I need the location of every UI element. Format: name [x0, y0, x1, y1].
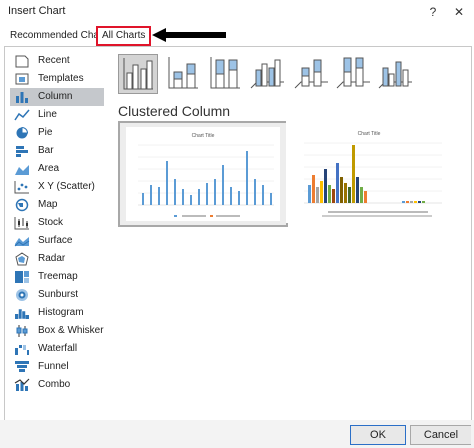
window-title: Insert Chart [8, 5, 66, 17]
sidebar-item-stock[interactable]: Stock [10, 214, 104, 232]
scatter-chart-icon [14, 181, 29, 194]
sidebar-item-line[interactable]: Line [10, 106, 104, 124]
sidebar-item-combo[interactable]: Combo [10, 376, 104, 394]
subtype-3d-100-stacked-column[interactable] [334, 54, 372, 92]
bar-chart-icon [16, 146, 28, 157]
templates-icon [15, 73, 29, 85]
waterfall-chart-icon [15, 345, 29, 355]
subtype-3d-stacked-column[interactable] [292, 54, 330, 92]
sidebar-item-waterfall[interactable]: Waterfall [10, 340, 104, 358]
map-chart-icon [15, 198, 29, 212]
sidebar-item-box-whisker[interactable]: Box & Whisker [10, 322, 104, 340]
sidebar-item-label: Radar [38, 253, 66, 264]
treemap-chart-icon [15, 271, 29, 283]
sidebar-item-label: Combo [38, 379, 71, 390]
chart-subtype-heading: Clustered Column [118, 103, 231, 119]
sidebar-item-templates[interactable]: Templates [10, 70, 104, 88]
annotation-arrow [152, 28, 226, 42]
sidebar-item-funnel[interactable]: Funnel [10, 358, 104, 376]
sidebar-item-sunburst[interactable]: Sunburst [10, 286, 104, 304]
chart-preview-2[interactable]: Chart Title [286, 121, 452, 223]
sidebar-item-label: Column [38, 91, 73, 102]
3d-stacked-column-icon [294, 59, 328, 89]
sidebar-item-scatter[interactable]: X Y (Scatter) [10, 178, 104, 196]
subtype-3d-clustered-column[interactable] [248, 54, 286, 92]
help-button[interactable]: ? [424, 3, 442, 21]
tab-bar: Recommended Charts All Charts [0, 26, 474, 46]
sidebar-item-label: Line [38, 109, 57, 120]
pie-chart-icon [16, 126, 29, 139]
sidebar-item-label: X Y (Scatter) [38, 181, 95, 192]
histogram-chart-icon [15, 308, 29, 320]
surface-chart-icon [14, 237, 30, 247]
column-chart-icon [16, 92, 28, 103]
sidebar-item-label: Templates [38, 73, 84, 84]
sidebar-item-area[interactable]: Area [10, 160, 104, 178]
funnel-chart-icon [15, 361, 29, 372]
combo-chart-icon [14, 378, 30, 391]
3d-percent-stacked-column-icon [336, 57, 370, 89]
preview-1-chart: Chart Title [138, 133, 274, 217]
preview-1-title: Chart Title [192, 133, 215, 139]
subtype-100-stacked-column[interactable] [206, 54, 244, 92]
sidebar-item-treemap[interactable]: Treemap [10, 268, 104, 286]
preview-2-chart: Chart Title [304, 131, 442, 217]
sidebar-item-label: Box & Whisker [38, 325, 104, 336]
chart-type-list: Recent Templates Column Line Pie Bar Are… [10, 52, 104, 394]
subtype-3d-column[interactable] [376, 54, 414, 92]
sidebar-item-recent[interactable]: Recent [10, 52, 104, 70]
sidebar-item-radar[interactable]: Radar [10, 250, 104, 268]
percent-stacked-column-icon [210, 57, 240, 89]
cancel-button[interactable]: Cancel [410, 425, 471, 445]
sidebar-item-label: Histogram [38, 307, 84, 318]
sidebar-item-column[interactable]: Column [10, 88, 104, 106]
title-bar: Insert Chart ? ✕ [0, 0, 474, 24]
subtype-stacked-column[interactable] [164, 54, 202, 92]
sidebar-item-label: Sunburst [38, 289, 79, 300]
chart-preview-2-canvas: Chart Title [292, 125, 446, 219]
sidebar-item-label: Stock [38, 217, 64, 228]
tab-all-charts[interactable]: All Charts [96, 26, 152, 46]
sidebar-item-label: Map [38, 199, 58, 210]
ok-button[interactable]: OK [350, 425, 406, 445]
3d-clustered-column-icon [250, 59, 284, 89]
radar-chart-icon [15, 252, 29, 266]
chart-preview-1[interactable]: Chart Title [118, 121, 288, 227]
sidebar-item-surface[interactable]: Surface [10, 232, 104, 250]
sidebar-item-pie[interactable]: Pie [10, 124, 104, 142]
sidebar-item-map[interactable]: Map [10, 196, 104, 214]
stacked-column-icon [168, 57, 198, 89]
box-whisker-chart-icon [16, 325, 28, 337]
sidebar-item-bar[interactable]: Bar [10, 142, 104, 160]
line-chart-icon [14, 109, 30, 121]
subtype-clustered-column[interactable] [118, 54, 158, 94]
sidebar-item-label: Treemap [38, 271, 78, 282]
clustered-column-icon [123, 58, 153, 90]
sidebar-item-label: Waterfall [38, 343, 78, 354]
preview-2-title: Chart Title [358, 131, 381, 137]
sidebar-item-label: Funnel [38, 361, 69, 372]
sidebar-item-label: Bar [38, 145, 54, 156]
sidebar-item-label: Area [38, 163, 60, 174]
sidebar-item-label: Surface [38, 235, 73, 246]
close-button[interactable]: ✕ [450, 3, 468, 21]
sidebar-item-label: Pie [38, 127, 53, 138]
sidebar-item-label: Recent [38, 55, 70, 66]
area-chart-icon [15, 165, 29, 175]
sidebar-item-histogram[interactable]: Histogram [10, 304, 104, 322]
sunburst-chart-icon [16, 289, 28, 301]
recent-icon [15, 55, 29, 68]
chart-preview-1-canvas: Chart Title [126, 127, 280, 221]
3d-column-icon [378, 61, 412, 89]
stock-chart-icon [14, 217, 29, 230]
